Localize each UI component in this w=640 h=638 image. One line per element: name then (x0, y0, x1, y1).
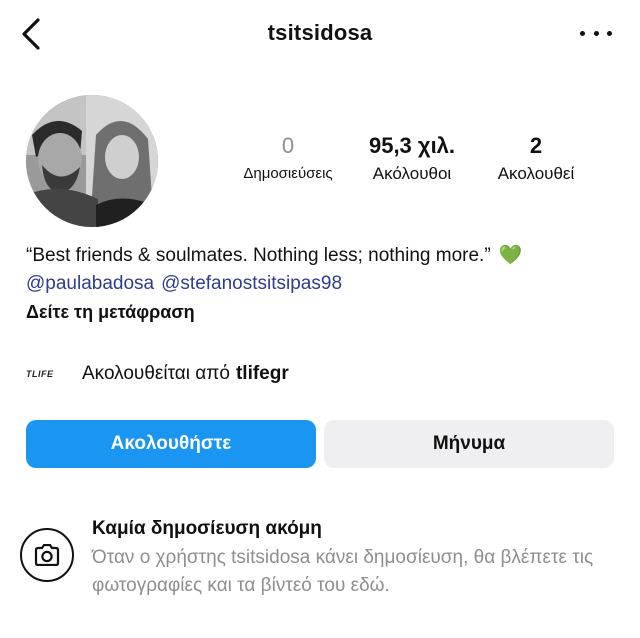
followers-count-label: Ακόλουθοι (372, 164, 452, 183)
profile-header: tsitsidosa (0, 0, 640, 70)
following-count-label: Ακολουθεί (497, 164, 575, 183)
more-dot (593, 30, 599, 36)
bio-mentions: @paulabadosa @stefanostsitsipas98 (26, 270, 626, 298)
bio-text-row: “Best friends & soulmates. Nothing less;… (26, 242, 626, 270)
bio: “Best friends & soulmates. Nothing less;… (26, 242, 626, 326)
empty-state-title: Καμία δημοσίευση ακόμη (92, 518, 322, 539)
posts-count-value: 0 (281, 133, 295, 158)
posts-count-label: Δημοσιεύσεις (243, 165, 333, 182)
more-dot (580, 30, 585, 36)
mention-link[interactable]: @stefanostsitsipas98 (161, 273, 342, 294)
followers-count-value: 95,3 χιλ. (368, 133, 456, 158)
see-translation-link[interactable]: Δείτε τη μετάφραση (26, 298, 626, 326)
avatar[interactable] (26, 95, 158, 227)
empty-state-description: Όταν ο χρήστης tsitsidosa κάνει δημοσίευ… (92, 547, 594, 596)
profile-username: tsitsidosa (267, 20, 373, 45)
bio-text: “Best friends & soulmates. Nothing less;… (26, 245, 491, 266)
mention-link[interactable]: @paulabadosa (26, 273, 154, 294)
posts-count: 0 Δημοσιεύσεις (226, 132, 350, 188)
follow-button[interactable]: Ακολουθήστε (26, 420, 316, 468)
camera-icon (20, 528, 74, 582)
green-heart-icon: 💚 (498, 245, 523, 266)
followers-count[interactable]: 95,3 χιλ. Ακόλουθοι (352, 132, 472, 188)
following-count-value: 2 (529, 133, 543, 158)
tlife-logo: TLIFE (26, 369, 54, 379)
message-button[interactable]: Μήνυμα (324, 420, 614, 468)
following-count[interactable]: 2 Ακολουθεί (478, 132, 594, 188)
more-dot (607, 30, 612, 36)
followed-by-prefix: Ακολουθείται από (82, 363, 230, 384)
more-horizontal-icon[interactable] (580, 22, 612, 44)
followed-by[interactable]: TLIFE Ακολουθείται από tlifegr (26, 360, 289, 388)
followed-by-account: tlifegr (235, 363, 289, 384)
